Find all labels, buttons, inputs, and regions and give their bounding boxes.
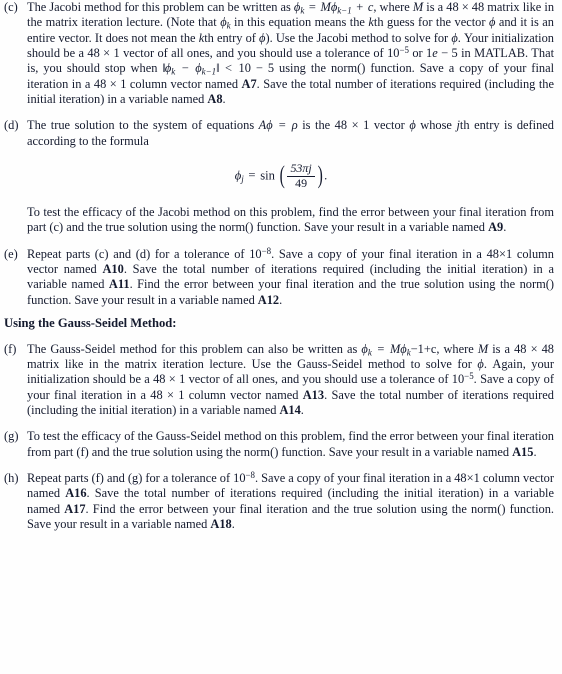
phi-k-minus-1-subscript: k−1 — [337, 5, 352, 16]
variable-A15: A15 — [512, 444, 534, 459]
matrix-M: M — [320, 0, 331, 14]
item-f-text-7: . — [300, 402, 304, 417]
list-item-label-e: (e) — [4, 246, 18, 261]
fraction-denominator: 49 — [295, 175, 308, 190]
item-h-text-4: . Find the error between your final iter… — [27, 501, 554, 531]
item-c-text-2: , where — [373, 0, 413, 14]
ten-minus-five: 10 − 5 — [238, 61, 275, 76]
variable-A16: A16 — [65, 486, 87, 501]
exponent-neg5-f: −5 — [464, 371, 474, 382]
item-c-text-1: The Jacobi method for this problem can b… — [27, 0, 294, 14]
item-c-text-4: in this equation means the — [230, 15, 369, 30]
item-f-text-1: The Gauss-Seidel method for this problem… — [27, 341, 362, 356]
item-d-followup-paragraph: To test the efficacy of the Jacobi metho… — [4, 205, 554, 236]
fraction-numerator: 53πj — [287, 162, 315, 177]
spacer-e-heading — [0, 308, 562, 316]
minus-sign-mid: − — [181, 61, 189, 76]
left-paren: ( — [279, 162, 285, 190]
variable-A7: A7 — [241, 76, 257, 91]
norm-bar-right: ‖ — [216, 61, 220, 76]
exponent-neg5: −5 — [399, 45, 409, 56]
variable-A10: A10 — [102, 262, 124, 277]
item-f-text-2: , where — [436, 341, 478, 356]
item-h-text-1: Repeat parts (f) and (g) for a tolerance… — [27, 470, 234, 485]
item-e-text-1: Repeat parts (c) and (d) for a tolerance… — [27, 246, 250, 261]
item-c-text-7: th entry of — [204, 30, 260, 45]
item-g-text-2: . — [533, 444, 537, 459]
phi-symbol-d1: ϕ — [266, 118, 273, 133]
phi-k-subscript-4: k — [171, 66, 176, 77]
variable-A11: A11 — [108, 277, 130, 292]
item-g-text-1: To test the efficacy of the Gauss-Seidel… — [27, 429, 554, 459]
item-c-text-8: ). Use the Jacobi method to solve for — [265, 30, 452, 45]
sin-function-name: sin — [260, 167, 275, 182]
item-c-text-14: . — [222, 92, 226, 107]
fraction-53pij-over-49: 53πj 49 — [287, 162, 315, 190]
item-d-followup-text-1: To test the efficacy of the Jacobi metho… — [27, 205, 554, 235]
list-item-g: (g) To test the efficacy of the Gauss-Sei… — [4, 429, 554, 460]
list-item-label-d: (d) — [4, 118, 19, 133]
spacer-heading-f — [0, 332, 562, 342]
minus-five: − 5 — [441, 46, 458, 61]
phi-j-subscript: j — [241, 173, 244, 184]
plus-sign: + — [356, 0, 364, 14]
spacer-f-g — [0, 418, 562, 429]
less-than-sign: < — [225, 61, 233, 76]
ten-base-f: 10 — [451, 372, 465, 387]
list-item-label-g: (g) — [4, 429, 19, 444]
item-d-text-3: whose — [415, 118, 457, 133]
matrix-M-2: M — [412, 0, 424, 14]
spacer-g-h — [0, 460, 562, 471]
item-e-text-5: . — [279, 292, 283, 307]
equals-sign-f: = — [377, 341, 385, 356]
display-equation-phi-j: ϕj = sin (53πj 49). — [0, 156, 562, 196]
list-item-label-c: (c) — [4, 0, 18, 14]
minus-one-plus-c: −1+c — [410, 341, 437, 356]
item-d-text-2: is the 48 × 1 vector — [297, 118, 410, 133]
exponent-neg8-h: −8 — [245, 469, 256, 480]
item-d-followup-text-2: . — [503, 220, 507, 235]
variable-A12: A12 — [257, 292, 280, 307]
variable-A9: A9 — [488, 220, 504, 235]
list-item-e: (e) Repeat parts (c) and (d) for a tolera… — [4, 245, 554, 308]
list-item-d: (d) The true solution to the system of eq… — [4, 118, 554, 149]
list-item-f: (f) The Gauss-Seidel method for this prob… — [4, 342, 554, 419]
spacer-c-d — [0, 107, 562, 118]
list-item-label-f: (f) — [4, 341, 17, 356]
document-page: (c) The Jacobi method for this problem ca… — [0, 0, 562, 674]
list-item-label-h: (h) — [4, 470, 19, 485]
item-d-text-1: The true solution to the system of equat… — [27, 118, 259, 133]
ten-base-h: 10 — [233, 470, 246, 485]
variable-A13: A13 — [302, 387, 325, 402]
list-item-c: (c) The Jacobi method for this problem ca… — [4, 0, 554, 107]
item-c-text-5: th guess for the vector — [373, 15, 489, 30]
right-paren: ) — [317, 162, 323, 190]
phi-k-subscript-f: k — [367, 346, 372, 357]
exponent-neg8-e: −8 — [261, 245, 272, 256]
equation-period: . — [324, 167, 328, 182]
equals-sign-d: = — [278, 118, 286, 133]
spacer-d-e — [0, 236, 562, 247]
ten-base: 10 — [387, 46, 400, 61]
variable-A14: A14 — [279, 402, 301, 417]
list-item-h: (h) Repeat parts (f) and (g) for a tolera… — [4, 469, 554, 532]
phi-k-subscript: k — [300, 5, 305, 16]
equation-equals-sign: = — [248, 167, 256, 182]
variable-A17: A17 — [64, 501, 86, 516]
phi-k-subscript-5: k−1 — [201, 66, 217, 77]
matrix-M-f2: M — [477, 341, 489, 356]
section-heading-gauss-seidel: Using the Gauss-Seidel Method: — [4, 316, 177, 331]
item-h-text-5: . — [231, 516, 235, 531]
variable-A18: A18 — [210, 516, 232, 531]
variable-A8: A8 — [207, 92, 223, 107]
ten-base-e: 10 — [249, 246, 262, 261]
item-c-text-10: or 1 — [408, 46, 433, 61]
matrix-M-f: M — [389, 341, 401, 356]
equals-sign: = — [308, 0, 316, 14]
